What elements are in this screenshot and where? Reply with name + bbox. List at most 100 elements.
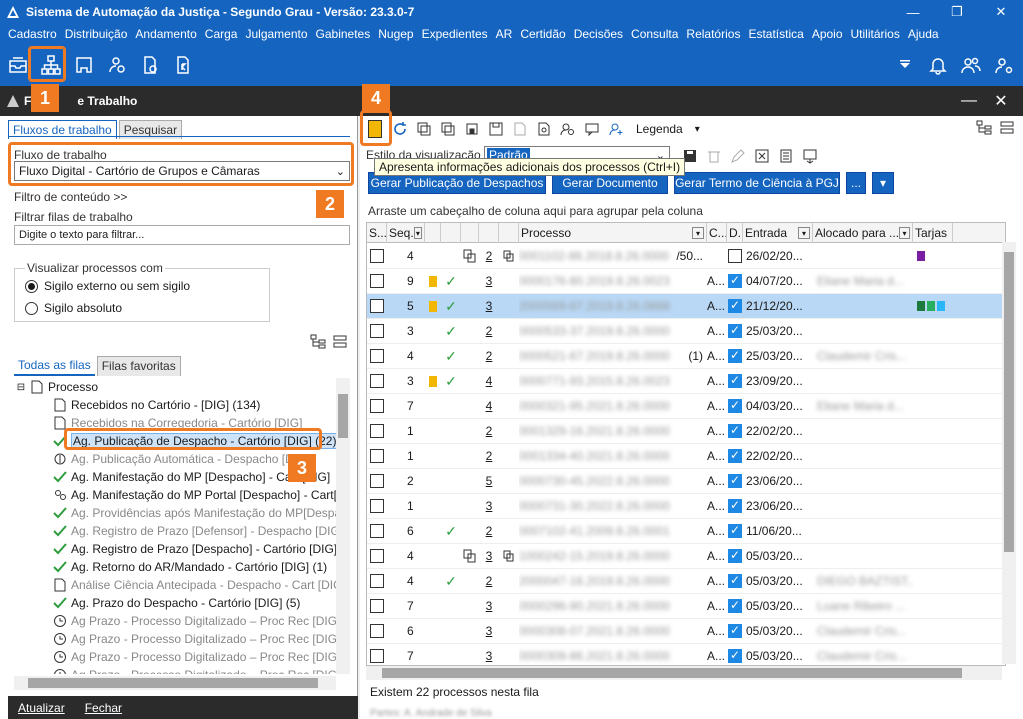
d-checkbox[interactable] [728,548,742,563]
copy-doc-icon[interactable] [414,119,434,139]
column-header[interactable]: Entrada ▾ [743,223,813,243]
edit-style-icon[interactable] [728,146,748,166]
users-icon[interactable] [957,51,985,79]
d-checkbox[interactable] [728,348,742,363]
row-checkbox[interactable] [370,549,384,563]
radio-absolute-secrecy[interactable]: Sigilo absoluto [25,301,122,315]
menu-item-7[interactable]: Expedientes [418,24,492,44]
menu-item-11[interactable]: Consulta [627,24,682,44]
close-button[interactable]: Fechar [85,701,122,715]
num-link[interactable]: 2 [486,424,493,438]
column-header[interactable]: D... [727,223,743,243]
tree-item[interactable]: Análise Ciência Antecipada - Despacho - … [52,576,336,594]
tree-horizontal-scrollbar[interactable] [14,676,336,690]
person-add-icon[interactable] [606,119,626,139]
d-checkbox[interactable] [728,273,742,288]
row-checkbox[interactable] [370,424,384,438]
tree-root[interactable]: ⊟ Processo [16,378,98,396]
table-row[interactable]: 1 2 0001329-16.2021.8.26.0000 A... 22/02/20.… [367,419,1005,444]
menu-item-12[interactable]: Relatórios [682,24,744,44]
row-select-cell[interactable] [367,569,387,594]
more-actions-button[interactable]: ... [846,172,866,194]
actions-menu-icon[interactable]: ▾ [872,172,894,194]
d-cell[interactable] [727,394,743,419]
close-window-icon[interactable]: ✕ [979,0,1023,24]
column-header[interactable] [461,223,479,243]
row-checkbox[interactable] [370,399,384,413]
num-link[interactable]: 4 [486,399,493,413]
column-header[interactable]: C... [707,223,727,243]
process-cell[interactable]: 0000296-90.2021.8.26.0000 [519,594,707,619]
excel-icon[interactable] [752,146,772,166]
d-cell[interactable] [727,619,743,644]
doc-search-icon[interactable] [534,119,554,139]
row-checkbox[interactable] [370,349,384,363]
tree-item[interactable]: Ag. Publicação Automática - Despacho [DI… [52,450,310,468]
num-link[interactable]: 3 [486,649,493,663]
d-checkbox[interactable] [728,423,742,438]
d-cell[interactable] [727,294,743,319]
menu-item-5[interactable]: Gabinetes [312,24,375,44]
export-icon[interactable] [800,146,820,166]
radio-external-secrecy[interactable]: Sigilo externo ou sem sigilo [25,279,190,293]
row-checkbox[interactable] [370,299,384,313]
d-checkbox[interactable] [728,598,742,613]
lock-doc-icon[interactable] [462,119,482,139]
table-row[interactable]: 2 5 0000730-45.2022.8.26.0000 A... 23/06/20.… [367,469,1005,494]
table-row[interactable]: 4 ✓ 2 2000047-16.2019.8.26.0000 A... 05/03/20… [367,569,1005,594]
num-link[interactable]: 3 [486,624,493,638]
row-checkbox[interactable] [370,524,384,538]
num-cell[interactable]: 3 [479,594,499,619]
row-select-cell[interactable] [367,369,387,394]
num-link[interactable]: 2 [486,449,493,463]
d-checkbox[interactable] [728,498,742,513]
row-select-cell[interactable] [367,319,387,344]
row-select-cell[interactable] [367,644,387,666]
menu-item-3[interactable]: Carga [201,24,242,44]
column-header[interactable] [425,223,441,243]
num-cell[interactable]: 4 [479,394,499,419]
process-cell[interactable]: 2000047-16.2019.8.26.0000 [519,569,707,594]
grid-scroll-thumb[interactable] [1004,252,1014,552]
grid-collapse-icon[interactable] [999,120,1017,136]
row-checkbox[interactable] [370,599,384,613]
column-filter-icon[interactable]: ▾ [798,227,810,239]
num-cell[interactable]: 5 [479,469,499,494]
tab-all-queues[interactable]: Todas as filas [14,356,95,376]
notification-bell-icon[interactable] [924,51,952,79]
row-checkbox[interactable] [370,274,384,288]
process-cell[interactable]: 0000730-45.2022.8.26.0000 [519,469,707,494]
tree-item[interactable]: Ag. Manifestação do MP Portal [Despacho]… [52,486,336,504]
tree-item[interactable]: Ag Prazo - Processo Digitalizado – Proc … [52,648,336,666]
menu-item-14[interactable]: Apoio [808,24,847,44]
num-cell[interactable]: 3 [479,269,499,294]
d-cell[interactable] [727,244,743,269]
num-link[interactable]: 3 [486,274,493,288]
table-row[interactable]: 3 ✓ 2 0000533-37.2019.8.26.0000 A... 25/03/20… [367,319,1005,344]
process-cell[interactable]: 0001334-40.2021.8.26.0000 [519,444,707,469]
column-header[interactable]: Processo ▾ [519,223,707,243]
row-select-cell[interactable] [367,544,387,569]
column-header[interactable] [441,223,461,243]
save-doc-icon[interactable] [486,119,506,139]
table-row[interactable]: 7 3 0000309-86.2021.8.26.0000 A... 05/03/20.… [367,644,1005,666]
num-cell[interactable]: 2 [479,244,499,269]
num-cell[interactable]: 2 [479,419,499,444]
panel-minimize-icon[interactable]: — [953,89,985,113]
num-link[interactable]: 2 [486,324,493,338]
num-cell[interactable]: 3 [479,619,499,644]
d-checkbox[interactable] [728,298,742,313]
num-cell[interactable]: 2 [479,319,499,344]
content-filter-toggle[interactable]: Filtro de conteúdo >> [14,190,127,204]
d-checkbox[interactable] [728,648,742,663]
tree-item[interactable]: Ag. Prazo do Despacho - Cartório [DIG] (… [52,594,300,612]
column-header[interactable]: Alocado para ... ▾ [813,223,913,243]
table-row[interactable]: 1 2 0001334-40.2021.8.26.0000 A... 22/02/20.… [367,444,1005,469]
d-cell[interactable] [727,494,743,519]
d-cell[interactable] [727,344,743,369]
refresh-icon[interactable] [390,119,410,139]
tree-item[interactable]: Ag Prazo - Processo Digitalizado – Proc … [52,612,336,630]
d-cell[interactable] [727,644,743,666]
table-row[interactable]: 3 ✓ 4 0000771-93.2015.8.26.0023 A... 23/09/20… [367,369,1005,394]
d-checkbox[interactable] [728,623,742,638]
